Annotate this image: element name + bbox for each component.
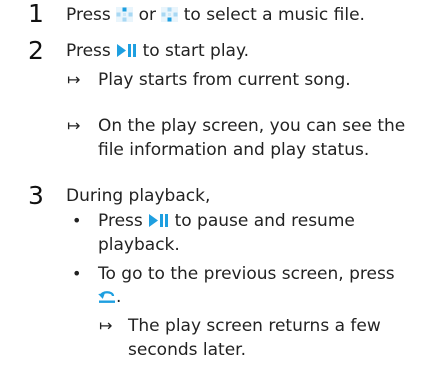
step-1-select-text: to select a music file. bbox=[183, 5, 365, 25]
step-3-intro: During playback, bbox=[66, 186, 211, 206]
step-2-line: Press to start play. bbox=[66, 40, 249, 62]
step-2-number: 2 bbox=[28, 36, 44, 65]
result-arrow-icon: ↦ bbox=[99, 316, 113, 335]
back-icon bbox=[98, 288, 116, 304]
step-1-press-text: Press bbox=[66, 5, 111, 25]
step-3-bullet-1-line-1: Press to pause and resume bbox=[98, 210, 355, 232]
dpad-up-icon bbox=[116, 7, 134, 22]
step-2-result-2-line-2: file information and play status. bbox=[98, 140, 370, 160]
play-pause-icon bbox=[148, 213, 169, 228]
step-3-bullet-2-line-2: . bbox=[98, 286, 121, 308]
result-arrow-icon: ↦ bbox=[67, 116, 81, 135]
step-2-result-1: Play starts from current song. bbox=[98, 70, 351, 90]
dpad-down-icon bbox=[161, 7, 179, 22]
step-2-start-text: to start play. bbox=[142, 41, 250, 61]
step-3-bullet-2-line-1: To go to the previous screen, press bbox=[98, 264, 395, 284]
step-1-number: 1 bbox=[28, 0, 44, 28]
step-1-line: Press or to select a music file. bbox=[66, 4, 365, 26]
play-pause-icon bbox=[116, 43, 137, 58]
step-3-bullet-1-line-2: playback. bbox=[98, 235, 180, 255]
step-1-or-text: or bbox=[138, 5, 156, 25]
bullet-1-pause-text: to pause and resume bbox=[174, 211, 355, 231]
step-2-result-2-line-1: On the play screen, you can see the bbox=[98, 116, 406, 136]
result-arrow-icon: ↦ bbox=[67, 70, 81, 89]
step-3-bullet-2-result-line-2: seconds later. bbox=[128, 340, 246, 360]
bullet-2-period: . bbox=[116, 287, 122, 307]
bullet-icon: • bbox=[72, 264, 82, 283]
step-3-number: 3 bbox=[28, 181, 44, 210]
bullet-icon: • bbox=[72, 211, 82, 230]
bullet-1-press-text: Press bbox=[98, 211, 143, 231]
step-2-press-text: Press bbox=[66, 41, 111, 61]
step-3-bullet-2-result-line-1: The play screen returns a few bbox=[128, 316, 381, 336]
